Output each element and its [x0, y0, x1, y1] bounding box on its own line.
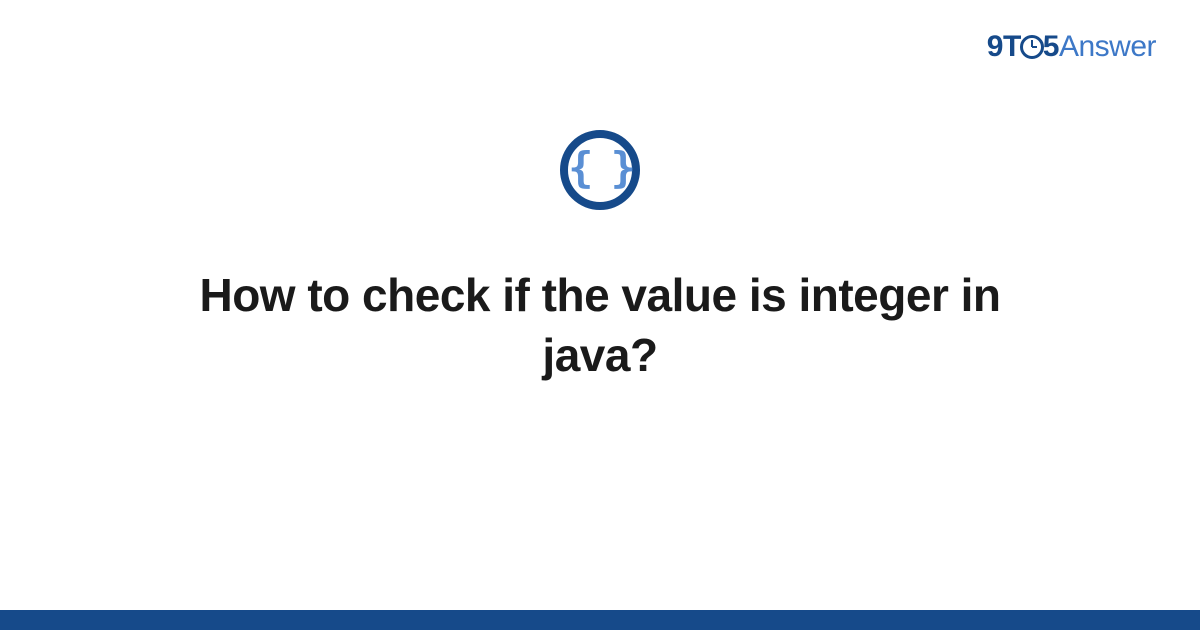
question-title: How to check if the value is integer in …: [150, 266, 1050, 386]
footer-bar: [0, 610, 1200, 630]
logo-answer: Answer: [1059, 30, 1156, 63]
braces-glyph: { }: [568, 147, 632, 189]
clock-icon: [1020, 35, 1044, 59]
code-braces-icon: { }: [560, 130, 640, 210]
site-logo[interactable]: 9T5Answer: [987, 30, 1156, 64]
logo-nine: 9: [987, 30, 1003, 63]
main-content: { } How to check if the value is integer…: [0, 130, 1200, 386]
logo-five: 5: [1043, 30, 1059, 63]
logo-t: T: [1003, 30, 1021, 63]
